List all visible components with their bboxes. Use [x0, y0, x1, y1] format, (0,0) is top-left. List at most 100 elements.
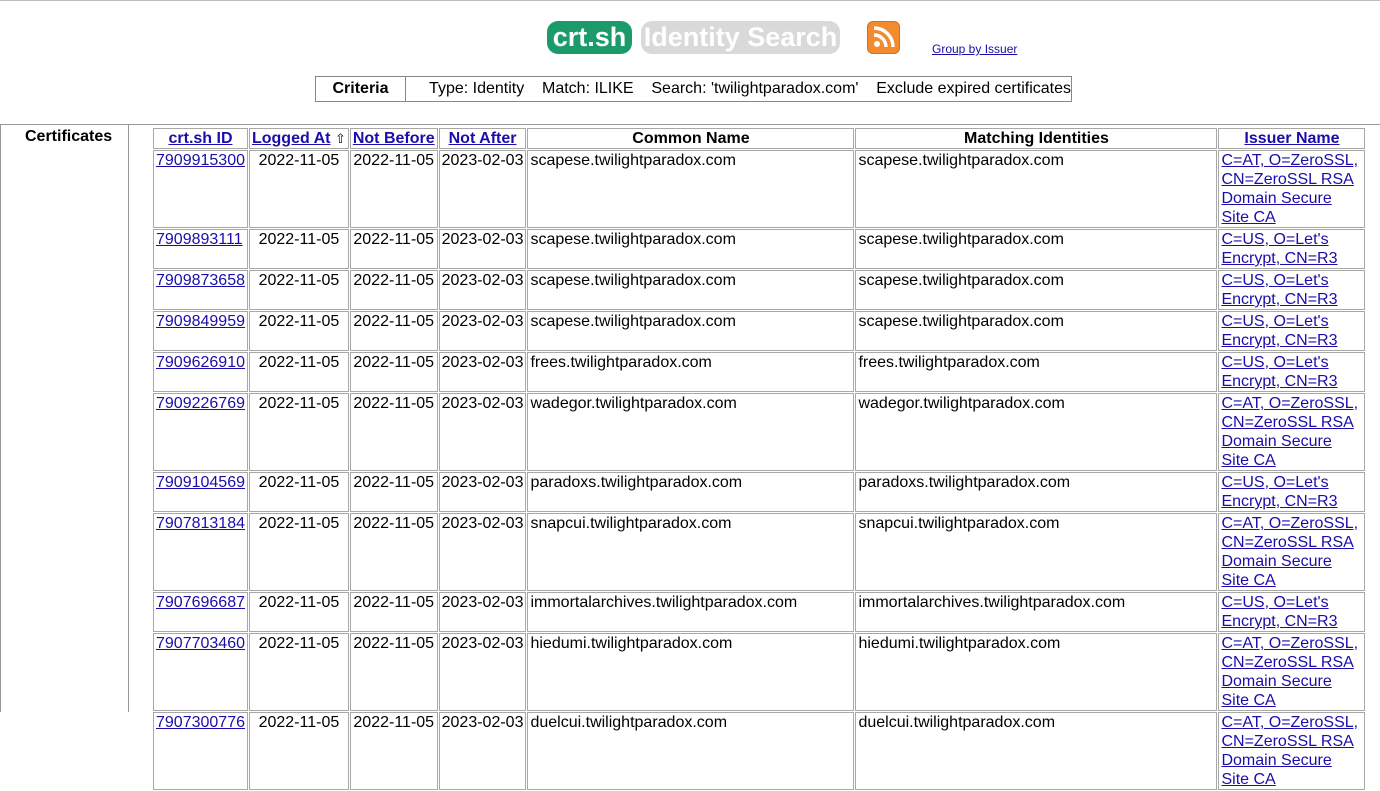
- cell-crtsh-id: 7907696687: [153, 592, 248, 632]
- crtsh-id-link[interactable]: 7909104569: [156, 474, 245, 491]
- table-row[interactable]: 7909849959 2022-11-05 2022-11-05 2023-02-03…: [153, 311, 1366, 351]
- certificates-label: Certificates: [25, 128, 113, 145]
- certificates-label-column: Certificates: [1, 125, 129, 712]
- crtsh-id-link[interactable]: 7907703460: [156, 635, 245, 652]
- cell-not-after: 2023-02-03: [438, 513, 527, 591]
- table-row[interactable]: 7909626910 2022-11-05 2022-11-05 2023-02-03…: [153, 352, 1366, 392]
- cell-matching-identities: hiedumi.twilightparadox.com: [855, 633, 1218, 711]
- crtsh-id-link[interactable]: 7909626910: [156, 354, 245, 371]
- cell-not-after: 2023-02-03: [438, 311, 527, 351]
- col-issuer-name[interactable]: Issuer Name: [1218, 128, 1366, 149]
- table-row[interactable]: 7909873658 2022-11-05 2022-11-05 2023-02-03…: [153, 270, 1366, 310]
- cell-not-before: 2022-11-05: [349, 712, 438, 790]
- col-not-after[interactable]: Not After: [438, 128, 527, 149]
- issuer-name-link[interactable]: C=AT, O=ZeroSSL, CN=ZeroSSL RSA Domain S…: [1221, 635, 1358, 709]
- cell-not-before: 2022-11-05: [349, 633, 438, 711]
- cell-not-before: 2022-11-05: [349, 393, 438, 471]
- table-row[interactable]: 7907703460 2022-11-05 2022-11-05 2023-02-03…: [153, 633, 1366, 711]
- issuer-name-link[interactable]: C=US, O=Let's Encrypt, CN=R3: [1221, 231, 1337, 267]
- cell-common-name: duelcui.twilightparadox.com: [527, 712, 855, 790]
- cell-not-before: 2022-11-05: [349, 513, 438, 591]
- criteria-label: Criteria: [316, 77, 407, 101]
- issuer-name-link[interactable]: C=AT, O=ZeroSSL, CN=ZeroSSL RSA Domain S…: [1221, 395, 1358, 469]
- table-body: 7909915300 2022-11-05 2022-11-05 2023-02-03…: [153, 150, 1366, 790]
- col-crtsh-id[interactable]: crt.sh ID: [153, 128, 248, 149]
- cell-matching-identities: snapcui.twilightparadox.com: [855, 513, 1218, 591]
- cell-common-name: scapese.twilightparadox.com: [527, 229, 855, 269]
- cell-logged-at: 2022-11-05: [248, 513, 349, 591]
- cell-matching-identities: paradoxs.twilightparadox.com: [855, 472, 1218, 512]
- cell-matching-identities: frees.twilightparadox.com: [855, 352, 1218, 392]
- issuer-name-link[interactable]: C=US, O=Let's Encrypt, CN=R3: [1221, 354, 1337, 390]
- crtsh-id-link[interactable]: 7909915300: [156, 152, 245, 169]
- cell-matching-identities: scapese.twilightparadox.com: [855, 229, 1218, 269]
- crtsh-id-link[interactable]: 7907696687: [156, 594, 245, 611]
- cell-common-name: paradoxs.twilightparadox.com: [527, 472, 855, 512]
- sort-ascending-icon: ⇧: [334, 131, 346, 146]
- rss-feed-icon[interactable]: [867, 21, 900, 54]
- issuer-name-link[interactable]: C=US, O=Let's Encrypt, CN=R3: [1221, 594, 1337, 630]
- cell-common-name: wadegor.twilightparadox.com: [527, 393, 855, 471]
- issuer-name-link[interactable]: C=US, O=Let's Encrypt, CN=R3: [1221, 272, 1337, 308]
- certificates-table: crt.sh ID Logged At ⇧ Not Before Not Aft…: [152, 127, 1367, 791]
- table-row[interactable]: 7909226769 2022-11-05 2022-11-05 2023-02-03…: [153, 393, 1366, 471]
- cell-not-before: 2022-11-05: [349, 311, 438, 351]
- cell-crtsh-id: 7907703460: [153, 633, 248, 711]
- cell-issuer-name: C=AT, O=ZeroSSL, CN=ZeroSSL RSA Domain S…: [1218, 633, 1366, 711]
- cell-crtsh-id: 7909915300: [153, 150, 248, 228]
- crtsh-id-link[interactable]: 7909849959: [156, 313, 245, 330]
- cell-not-after: 2023-02-03: [438, 472, 527, 512]
- table-row[interactable]: 7909915300 2022-11-05 2022-11-05 2023-02-03…: [153, 150, 1366, 228]
- cell-issuer-name: C=US, O=Let's Encrypt, CN=R3: [1218, 311, 1366, 351]
- issuer-name-link[interactable]: C=US, O=Let's Encrypt, CN=R3: [1221, 474, 1337, 510]
- issuer-name-link[interactable]: C=AT, O=ZeroSSL, CN=ZeroSSL RSA Domain S…: [1221, 714, 1358, 788]
- table-row[interactable]: 7909893111 2022-11-05 2022-11-05 2023-02-03…: [153, 229, 1366, 269]
- cell-crtsh-id: 7907300776: [153, 712, 248, 790]
- sort-logged-at-link[interactable]: Logged At: [252, 130, 331, 147]
- cell-issuer-name: C=AT, O=ZeroSSL, CN=ZeroSSL RSA Domain S…: [1218, 513, 1366, 591]
- table-row[interactable]: 7907813184 2022-11-05 2022-11-05 2023-02-03…: [153, 513, 1366, 591]
- cell-logged-at: 2022-11-05: [248, 712, 349, 790]
- cell-not-before: 2022-11-05: [349, 472, 438, 512]
- criteria-box: Criteria Type: Identity Match: ILIKE Sea…: [315, 76, 1072, 102]
- cell-common-name: scapese.twilightparadox.com: [527, 311, 855, 351]
- section-divider: [0, 124, 1380, 125]
- col-logged-at[interactable]: Logged At ⇧: [248, 128, 349, 149]
- sort-not-before-link[interactable]: Not Before: [353, 130, 435, 147]
- issuer-name-link[interactable]: C=AT, O=ZeroSSL, CN=ZeroSSL RSA Domain S…: [1221, 515, 1358, 589]
- cell-crtsh-id: 7909873658: [153, 270, 248, 310]
- cell-issuer-name: C=AT, O=ZeroSSL, CN=ZeroSSL RSA Domain S…: [1218, 712, 1366, 790]
- cell-issuer-name: C=AT, O=ZeroSSL, CN=ZeroSSL RSA Domain S…: [1218, 393, 1366, 471]
- cell-issuer-name: C=US, O=Let's Encrypt, CN=R3: [1218, 592, 1366, 632]
- cell-matching-identities: immortalarchives.twilightparadox.com: [855, 592, 1218, 632]
- cell-common-name: immortalarchives.twilightparadox.com: [527, 592, 855, 632]
- cell-not-after: 2023-02-03: [438, 229, 527, 269]
- crtsh-id-link[interactable]: 7909893111: [156, 231, 243, 248]
- cell-matching-identities: duelcui.twilightparadox.com: [855, 712, 1218, 790]
- cell-not-after: 2023-02-03: [438, 352, 527, 392]
- crt-sh-logo[interactable]: crt.sh: [547, 21, 632, 54]
- col-not-before[interactable]: Not Before: [349, 128, 438, 149]
- crtsh-id-link[interactable]: 7907300776: [156, 714, 245, 731]
- issuer-name-link[interactable]: C=US, O=Let's Encrypt, CN=R3: [1221, 313, 1337, 349]
- table-row[interactable]: 7907300776 2022-11-05 2022-11-05 2023-02-03…: [153, 712, 1366, 790]
- crtsh-id-link[interactable]: 7909873658: [156, 272, 245, 289]
- sort-crtsh-id-link[interactable]: crt.sh ID: [168, 130, 232, 147]
- crtsh-id-link[interactable]: 7909226769: [156, 395, 245, 412]
- cell-logged-at: 2022-11-05: [248, 270, 349, 310]
- cell-logged-at: 2022-11-05: [248, 229, 349, 269]
- issuer-name-link[interactable]: C=AT, O=ZeroSSL, CN=ZeroSSL RSA Domain S…: [1221, 152, 1358, 226]
- cell-issuer-name: C=US, O=Let's Encrypt, CN=R3: [1218, 472, 1366, 512]
- cell-issuer-name: C=AT, O=ZeroSSL, CN=ZeroSSL RSA Domain S…: [1218, 150, 1366, 228]
- crtsh-id-link[interactable]: 7907813184: [156, 515, 245, 532]
- table-row[interactable]: 7907696687 2022-11-05 2022-11-05 2023-02-03…: [153, 592, 1366, 632]
- cell-not-before: 2022-11-05: [349, 270, 438, 310]
- table-row[interactable]: 7909104569 2022-11-05 2022-11-05 2023-02-03…: [153, 472, 1366, 512]
- col-common-name: Common Name: [527, 128, 855, 149]
- cell-common-name: snapcui.twilightparadox.com: [527, 513, 855, 591]
- sort-not-after-link[interactable]: Not After: [449, 130, 517, 147]
- cell-logged-at: 2022-11-05: [248, 311, 349, 351]
- sort-issuer-name-link[interactable]: Issuer Name: [1244, 130, 1339, 147]
- cell-crtsh-id: 7909893111: [153, 229, 248, 269]
- group-by-issuer-link[interactable]: Group by Issuer: [932, 42, 1017, 56]
